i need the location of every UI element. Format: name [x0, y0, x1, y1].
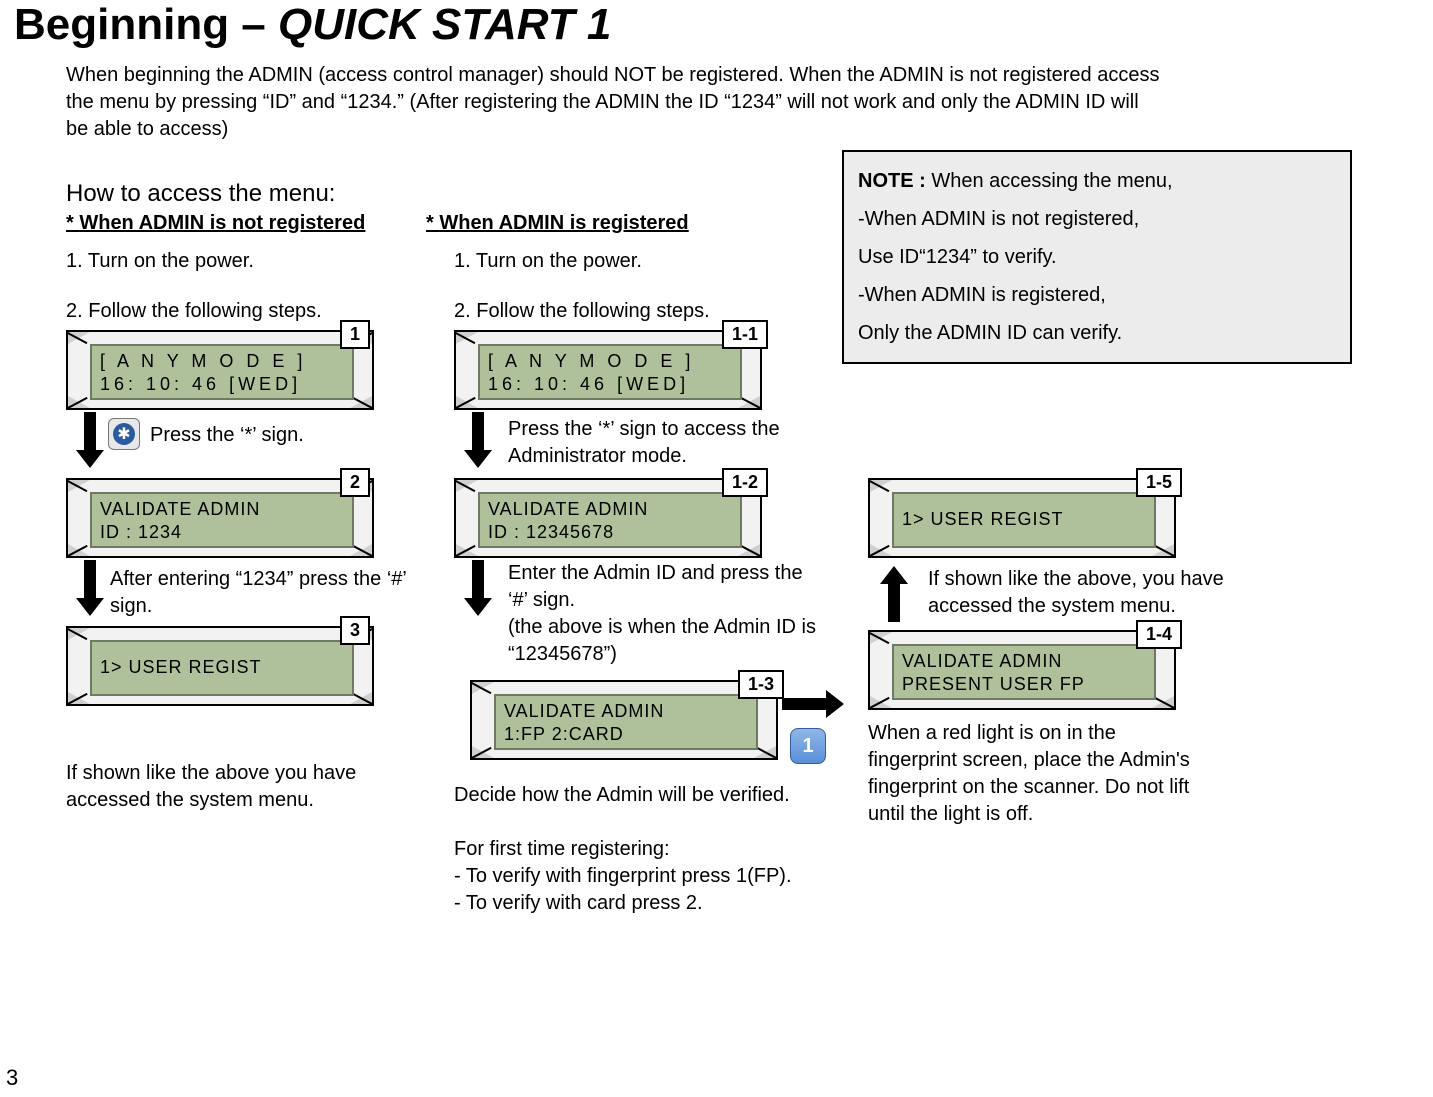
- page-title: Beginning – QUICK START 1: [14, 0, 611, 50]
- note-l1: When accessing the menu,: [926, 170, 1173, 192]
- arrow-down-icon: [468, 560, 488, 616]
- device-screen-3: 1> USER REGIST: [66, 626, 374, 706]
- lcd-display-1-4: VALIDATE ADMIN PRESENT USER FP: [892, 644, 1156, 700]
- lcd-display-1: [ A N Y M O D E ] 16: 10: 46 [WED]: [90, 344, 354, 400]
- lcd11-line2: 16: 10: 46 [WED]: [488, 373, 732, 396]
- note-l2: -When ADMIN is not registered,: [858, 208, 1139, 230]
- lcd14-line2: PRESENT USER FP: [902, 673, 1146, 696]
- lcd2-line1: VALIDATE ADMIN: [100, 498, 344, 521]
- device-screen-1: [ A N Y M O D E ] 16: 10: 46 [WED]: [66, 330, 374, 410]
- step-badge-1-3: 1-3: [738, 670, 784, 699]
- colA-ifshown-text: If shown like the above you have accesse…: [66, 760, 396, 814]
- lcd-display-1-3: VALIDATE ADMIN 1:FP 2:CARD: [494, 694, 758, 750]
- lcd-display-1-2: VALIDATE ADMIN ID : 12345678: [478, 492, 742, 548]
- colA-step2-text: 2. Follow the following steps.: [66, 298, 322, 325]
- arrow-down-icon: [80, 560, 100, 616]
- press-star-text-a: Press the ‘*’ sign.: [150, 422, 304, 449]
- arrow-down-icon: [468, 412, 488, 468]
- device-screen-2: VALIDATE ADMIN ID : 1234: [66, 478, 374, 558]
- lcd-display-2: VALIDATE ADMIN ID : 1234: [90, 492, 354, 548]
- lcd3-line1: 1> USER REGIST: [100, 656, 262, 679]
- step-badge-1-2: 1-2: [722, 468, 768, 497]
- lcd15-line1: 1> USER REGIST: [902, 508, 1064, 531]
- lcd12-line1: VALIDATE ADMIN: [488, 498, 732, 521]
- note-l3: Use ID“1234” to verify.: [858, 246, 1057, 268]
- colC-ifshown-text: If shown like the above, you have access…: [928, 566, 1248, 620]
- step-badge-1-4: 1-4: [1136, 620, 1182, 649]
- colB-step2-text: 2. Follow the following steps.: [454, 298, 710, 325]
- colB-step1-text: 1. Turn on the power.: [454, 248, 642, 275]
- device-screen-1-1: [ A N Y M O D E ] 16: 10: 46 [WED]: [454, 330, 762, 410]
- howto-heading: How to access the menu:: [66, 180, 335, 208]
- lcd-display-3: 1> USER REGIST: [90, 640, 354, 696]
- star-key-icon: ✱: [108, 418, 140, 450]
- redlight-text: When a red light is on in the fingerprin…: [868, 720, 1208, 828]
- lcd11-line1: [ A N Y M O D E ]: [488, 350, 732, 373]
- step-badge-3: 3: [340, 616, 370, 645]
- note-l5: Only the ADMIN ID can verify.: [858, 322, 1122, 344]
- fingerprint-1-icon: 1: [790, 728, 826, 764]
- lcd2-line2: ID : 1234: [100, 521, 344, 544]
- step-badge-1: 1: [340, 320, 370, 349]
- device-screen-1-5: 1> USER REGIST: [868, 478, 1176, 558]
- step-badge-2: 2: [340, 468, 370, 497]
- enter-admin-id-text: Enter the Admin ID and press the ‘#’ sig…: [508, 560, 818, 668]
- col-a-heading: * When ADMIN is not registered: [66, 212, 365, 235]
- device-screen-1-4: VALIDATE ADMIN PRESENT USER FP: [868, 630, 1176, 710]
- step-badge-1-1: 1-1: [722, 320, 768, 349]
- lcd1-line2: 16: 10: 46 [WED]: [100, 373, 344, 396]
- note-box: NOTE : When accessing the menu, -When AD…: [842, 150, 1352, 364]
- device-screen-1-3: VALIDATE ADMIN 1:FP 2:CARD: [470, 680, 778, 760]
- title-text-1: Beginning –: [14, 0, 278, 49]
- intro-paragraph: When beginning the ADMIN (access control…: [66, 62, 1166, 143]
- lcd1-line1: [ A N Y M O D E ]: [100, 350, 344, 373]
- note-l4: -When ADMIN is registered,: [858, 284, 1106, 306]
- lcd12-line2: ID : 12345678: [488, 521, 732, 544]
- col-b-heading: * When ADMIN is registered: [426, 212, 689, 235]
- arrow-up-icon: [884, 566, 904, 622]
- arrow-right-icon: [782, 694, 844, 714]
- lcd14-line1: VALIDATE ADMIN: [902, 650, 1146, 673]
- arrow-down-icon: [80, 412, 100, 468]
- title-text-2: QUICK START 1: [278, 0, 611, 49]
- lcd-display-1-1: [ A N Y M O D E ] 16: 10: 46 [WED]: [478, 344, 742, 400]
- after-1234-text: After entering “1234” press the ‘#’ sign…: [110, 566, 410, 620]
- lcd-display-1-5: 1> USER REGIST: [892, 492, 1156, 548]
- note-head: NOTE :: [858, 170, 926, 192]
- page-number: 3: [6, 1065, 18, 1091]
- howto-text: How to access the menu:: [66, 180, 335, 207]
- lcd13-line2: 1:FP 2:CARD: [504, 723, 748, 746]
- step-badge-1-5: 1-5: [1136, 468, 1182, 497]
- decide-verify-text: Decide how the Admin will be verified. F…: [454, 782, 804, 917]
- press-star-text-b: Press the ‘*’ sign to access the Adminis…: [508, 416, 808, 470]
- colA-step1-text: 1. Turn on the power.: [66, 248, 254, 275]
- lcd13-line1: VALIDATE ADMIN: [504, 700, 748, 723]
- device-screen-1-2: VALIDATE ADMIN ID : 12345678: [454, 478, 762, 558]
